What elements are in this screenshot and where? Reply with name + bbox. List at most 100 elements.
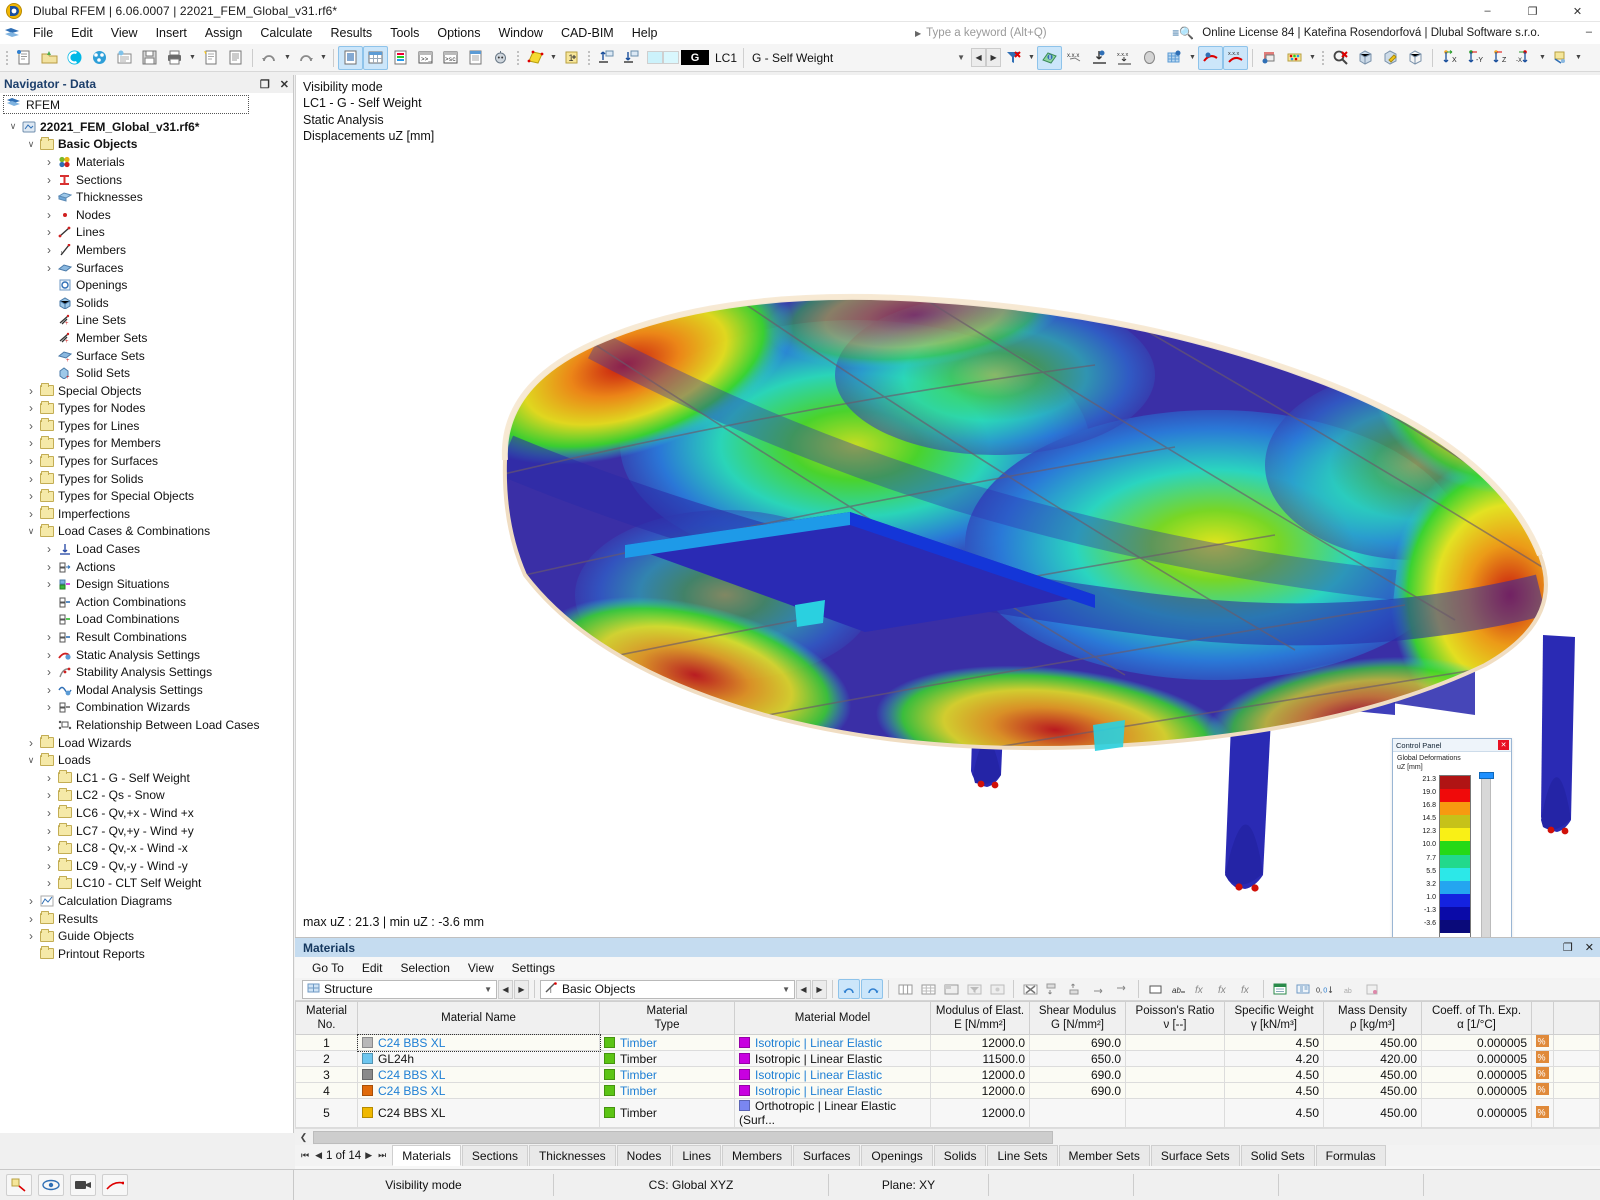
cell-modulus-elasticity[interactable]: 11500.0 <box>930 1050 1030 1067</box>
chevron-right-icon[interactable] <box>24 436 38 450</box>
values-down-icon[interactable]: x.x.x <box>1112 46 1137 70</box>
chevron-right-icon[interactable] <box>24 912 38 926</box>
column-header-7[interactable]: Specific Weight γ [kN/m³] <box>1224 1001 1324 1035</box>
tree-item-load-cases[interactable]: Load Cases <box>0 540 293 558</box>
chevron-right-icon[interactable] <box>42 208 56 222</box>
cell-coeff-thermal-exp[interactable]: 0.000005 <box>1421 1034 1532 1051</box>
toolbar-grip-4[interactable] <box>1320 48 1326 68</box>
chevron-right-icon[interactable] <box>42 700 56 714</box>
tree-item-types-for-special-objects[interactable]: Types for Special Objects <box>0 487 293 505</box>
help-robot-icon[interactable] <box>488 46 513 70</box>
table-columns-icon[interactable] <box>894 979 916 999</box>
undo-dropdown-caret-icon[interactable]: ▼ <box>282 46 293 70</box>
cell-shear-modulus[interactable] <box>1029 1098 1126 1128</box>
materials-menu-go-to[interactable]: Go To <box>303 960 353 976</box>
table-icon[interactable] <box>363 45 388 70</box>
cell-material-no[interactable]: 4 <box>295 1082 358 1099</box>
navigator-tree[interactable]: 22021_FEM_Global_v31.rf6* Basic Objects Ma… <box>0 116 293 1126</box>
chevron-right-icon[interactable] <box>42 243 56 257</box>
cell-coeff-thermal-exp[interactable]: 0.000005 <box>1421 1098 1532 1128</box>
tree-item-types-for-members[interactable]: Types for Members <box>0 435 293 453</box>
tree-item-printout-reports[interactable]: Printout Reports <box>0 945 293 963</box>
tree-item-special-objects[interactable]: Special Objects <box>0 382 293 400</box>
tree-item-load-combinations[interactable]: Load Combinations <box>0 611 293 629</box>
chevron-right-icon[interactable] <box>42 261 56 275</box>
chevron-down-icon[interactable] <box>24 526 38 537</box>
materials-menu-selection[interactable]: Selection <box>392 960 459 976</box>
table-pager[interactable]: ⏮ ◀ 1 of 14 ▶ ⏭ <box>295 1145 392 1166</box>
surface-result-icon[interactable] <box>1198 45 1224 70</box>
chevron-right-icon[interactable] <box>42 630 56 644</box>
axis-x-icon[interactable]: X <box>1437 46 1462 70</box>
navigator-undock-button[interactable]: ❐ <box>260 78 270 91</box>
table-row[interactable]: 4 C24 BBS XL Timber Isotropic | Linear Elas… <box>295 1082 1600 1099</box>
colors-icon[interactable] <box>388 46 413 70</box>
toolbar-grip-2[interactable] <box>515 48 521 68</box>
cell-specific-weight[interactable]: 4.50 <box>1224 1066 1324 1083</box>
cell-shear-modulus[interactable]: 690.0 <box>1029 1034 1126 1051</box>
tree-item-lines[interactable]: Lines <box>0 224 293 242</box>
tree-item-static-analysis-settings[interactable]: Static Analysis Settings <box>0 646 293 664</box>
filter-dropdown-caret-icon[interactable]: ▼ <box>1026 46 1037 70</box>
cell-poisson-ratio[interactable] <box>1125 1050 1225 1067</box>
chevron-down-icon[interactable] <box>24 139 38 150</box>
table-row[interactable]: 3 C24 BBS XL Timber Isotropic | Linear Elas… <box>295 1066 1600 1083</box>
structure-filter-next[interactable]: ▶ <box>514 979 529 999</box>
cell-material-model[interactable]: Isotropic | Linear Elastic <box>734 1034 931 1051</box>
edit-view-icon[interactable] <box>1378 46 1403 70</box>
chevron-right-icon[interactable] <box>42 665 56 679</box>
perspective-dropdown-caret-icon[interactable]: ▼ <box>1573 46 1584 70</box>
tab-line-sets[interactable]: Line Sets <box>987 1145 1058 1166</box>
materials-menu-view[interactable]: View <box>459 960 503 976</box>
table-decimals-icon[interactable]: 0, 0 <box>1315 979 1337 999</box>
column-header-2[interactable]: Material Type <box>599 1001 735 1035</box>
table-cell-border-icon[interactable] <box>1144 979 1166 999</box>
control-panel[interactable]: Control Panel ✕ Global Deformations uZ [… <box>1392 738 1512 937</box>
license-info[interactable]: ≡🔍 Online License 84 | Kateřina Rosendor… <box>1172 24 1540 42</box>
tree-item-thicknesses[interactable]: Thicknesses <box>0 188 293 206</box>
materials-panel-close-button[interactable]: ✕ <box>1585 941 1594 954</box>
chevron-right-icon[interactable] <box>24 507 38 521</box>
pager-first-icon[interactable]: ⏮ <box>299 1150 311 1161</box>
table-lock-icon[interactable] <box>986 979 1008 999</box>
objects-filter-select[interactable]: I Basic Objects ▼ <box>540 979 795 999</box>
tree-item-basic-objects[interactable]: Basic Objects <box>0 136 293 154</box>
tree-item-surfaces[interactable]: Surfaces <box>0 259 293 277</box>
numbering-icon[interactable]: 1 <box>559 46 584 70</box>
chevron-right-icon[interactable] <box>24 454 38 468</box>
chevron-right-icon[interactable] <box>42 788 56 802</box>
cell-material-no[interactable]: 2 <box>295 1050 358 1067</box>
menu-item-results[interactable]: Results <box>322 22 382 44</box>
chevron-down-icon[interactable] <box>24 755 38 766</box>
column-header-3[interactable]: Material Model <box>734 1001 931 1035</box>
undo-icon[interactable] <box>257 46 282 70</box>
solid-view-icon[interactable] <box>1353 46 1378 70</box>
cell-poisson-ratio[interactable] <box>1125 1034 1225 1051</box>
tab-nodes[interactable]: Nodes <box>616 1145 672 1166</box>
tree-item-lc7-qv-y-wind-y[interactable]: LC7 - Qv,+y - Wind +y <box>0 822 293 840</box>
tab-surfaces[interactable]: Surfaces <box>793 1145 861 1166</box>
axis-negx-icon[interactable]: -X <box>1512 46 1537 70</box>
chevron-right-icon[interactable] <box>42 771 56 785</box>
tab-surface-sets[interactable]: Surface Sets <box>1150 1145 1240 1166</box>
cell-specific-weight[interactable]: 4.50 <box>1224 1098 1324 1128</box>
redo-icon[interactable] <box>293 46 318 70</box>
tree-item-lc8-qv-x-wind-x[interactable]: LC8 - Qv,-x - Wind -x <box>0 839 293 857</box>
chevron-right-icon[interactable] <box>42 683 56 697</box>
hscroll-thumb[interactable] <box>313 1130 1053 1144</box>
tree-item-action-combinations[interactable]: Action Combinations <box>0 593 293 611</box>
table-export-excel-icon[interactable] <box>1269 979 1291 999</box>
cell-modulus-elasticity[interactable]: 12000.0 <box>930 1034 1030 1051</box>
toolbar-grip-3[interactable] <box>586 48 592 68</box>
save-icon[interactable] <box>137 46 162 70</box>
window-minimize-button[interactable]: – <box>1465 0 1510 22</box>
column-header-4[interactable]: Modulus of Elast. E [N/mm²] <box>930 1001 1030 1035</box>
visibility-icon[interactable] <box>38 1174 64 1196</box>
cell-coeff-thermal-exp[interactable]: 0.000005 <box>1421 1050 1532 1067</box>
tree-item-nodes[interactable]: Nodes <box>0 206 293 224</box>
cell-coeff-thermal-exp[interactable]: 0.000005 <box>1421 1066 1532 1083</box>
render-icon[interactable] <box>523 46 548 70</box>
pager-prev-icon[interactable]: ◀ <box>313 1150 324 1161</box>
tree-item-actions[interactable]: Actions <box>0 558 293 576</box>
tree-item-relationship-between-load-cases[interactable]: Relationship Between Load Cases <box>0 716 293 734</box>
